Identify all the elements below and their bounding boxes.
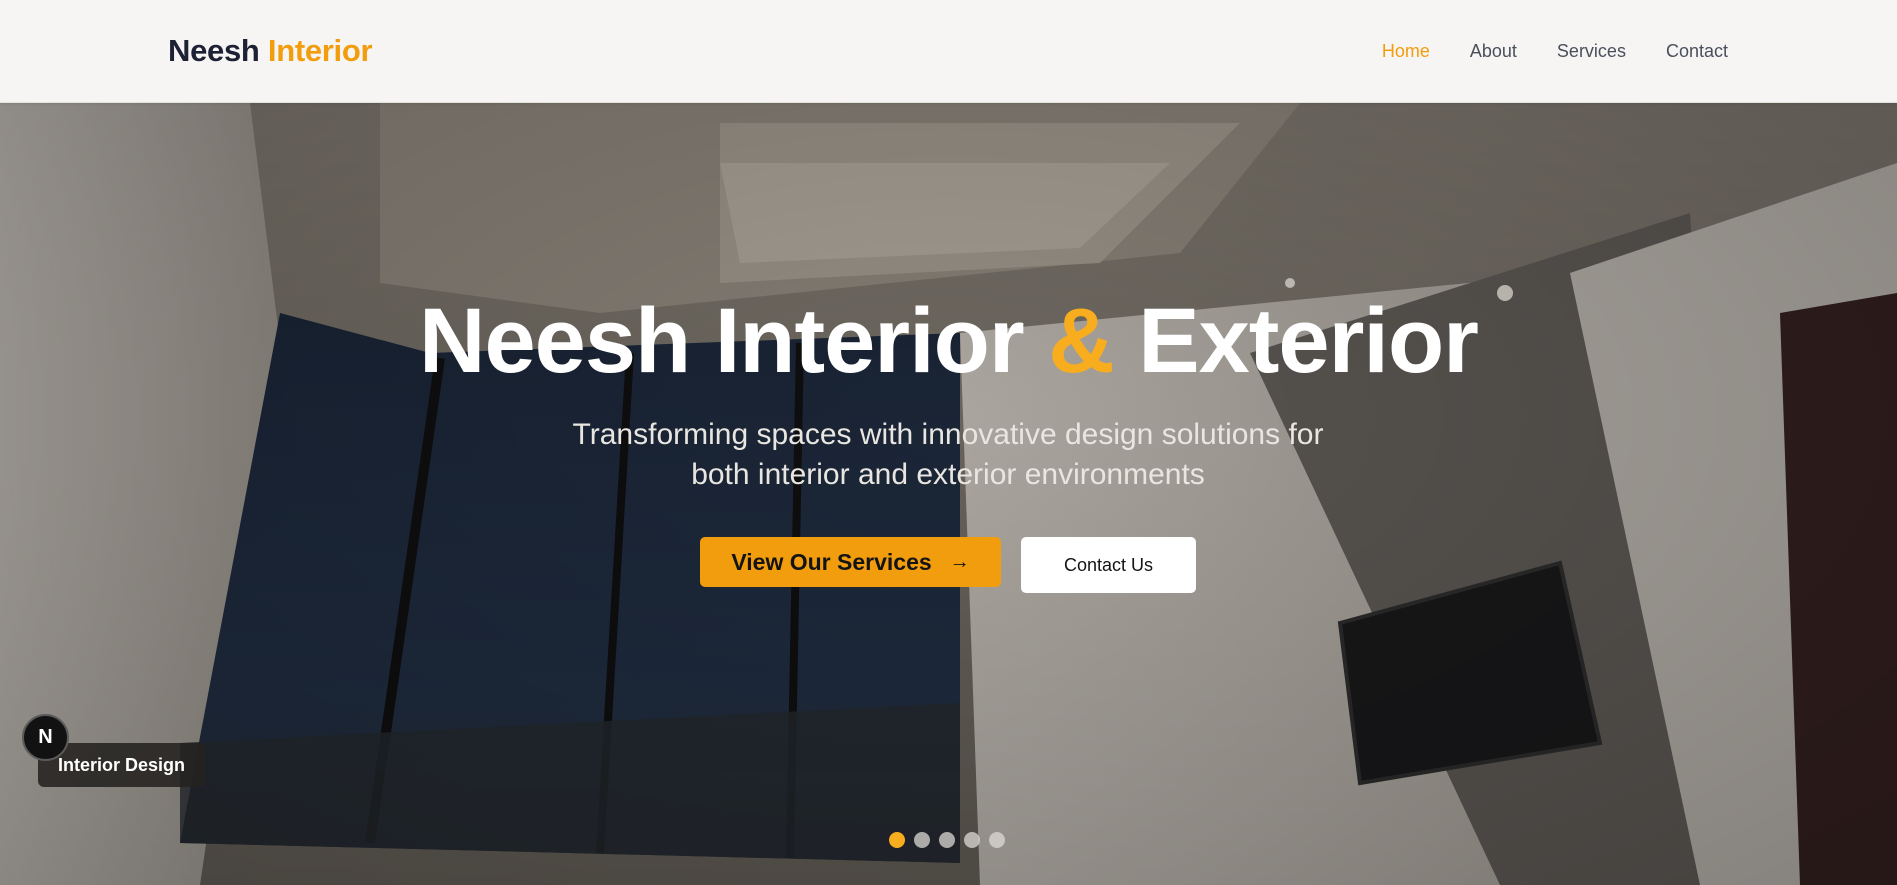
slider-dot-1[interactable] [889,832,905,848]
arrow-right-icon: → [949,551,970,573]
hero-subtitle-line1: Transforming spaces with innovative desi… [572,418,1324,451]
site-header: Neesh Interior Home About Services Conta… [0,0,1897,103]
nav-home[interactable]: Home [1382,41,1430,62]
site-logo[interactable]: Neesh Interior [168,33,373,69]
main-nav: Home About Services Contact [1382,41,1728,62]
slider-dot-3[interactable] [939,832,955,848]
logo-primary: Neesh [168,33,260,68]
slider-dot-5[interactable] [989,832,1005,848]
view-services-label: View Our Services [731,548,932,575]
slider-pagination [889,832,1005,848]
contact-us-button[interactable]: Contact Us [1021,537,1196,593]
nextjs-dev-badge[interactable]: N [22,714,69,761]
logo-accent: Interior [267,33,373,68]
slider-dot-4[interactable] [964,832,980,848]
nav-services[interactable]: Services [1557,41,1626,62]
hero-slider: Neesh Interior & Exterior Transforming s… [0,103,1897,885]
nav-about[interactable]: About [1470,41,1517,62]
hero-title-part1: Neesh Interior [419,290,1049,392]
hero-title-part2: Exterior [1113,290,1479,392]
hero-title: Neesh Interior & Exterior [0,289,1897,394]
hero-title-ampersand: & [1048,290,1114,392]
hero-subtitle: Transforming spaces with innovative desi… [498,415,1398,495]
nav-contact[interactable]: Contact [1666,41,1728,62]
slider-dot-2[interactable] [914,832,930,848]
nextjs-logo-icon: N [38,726,53,748]
view-services-button[interactable]: View Our Services → [700,537,1001,587]
hero-subtitle-line2: both interior and exterior environments [691,458,1205,491]
